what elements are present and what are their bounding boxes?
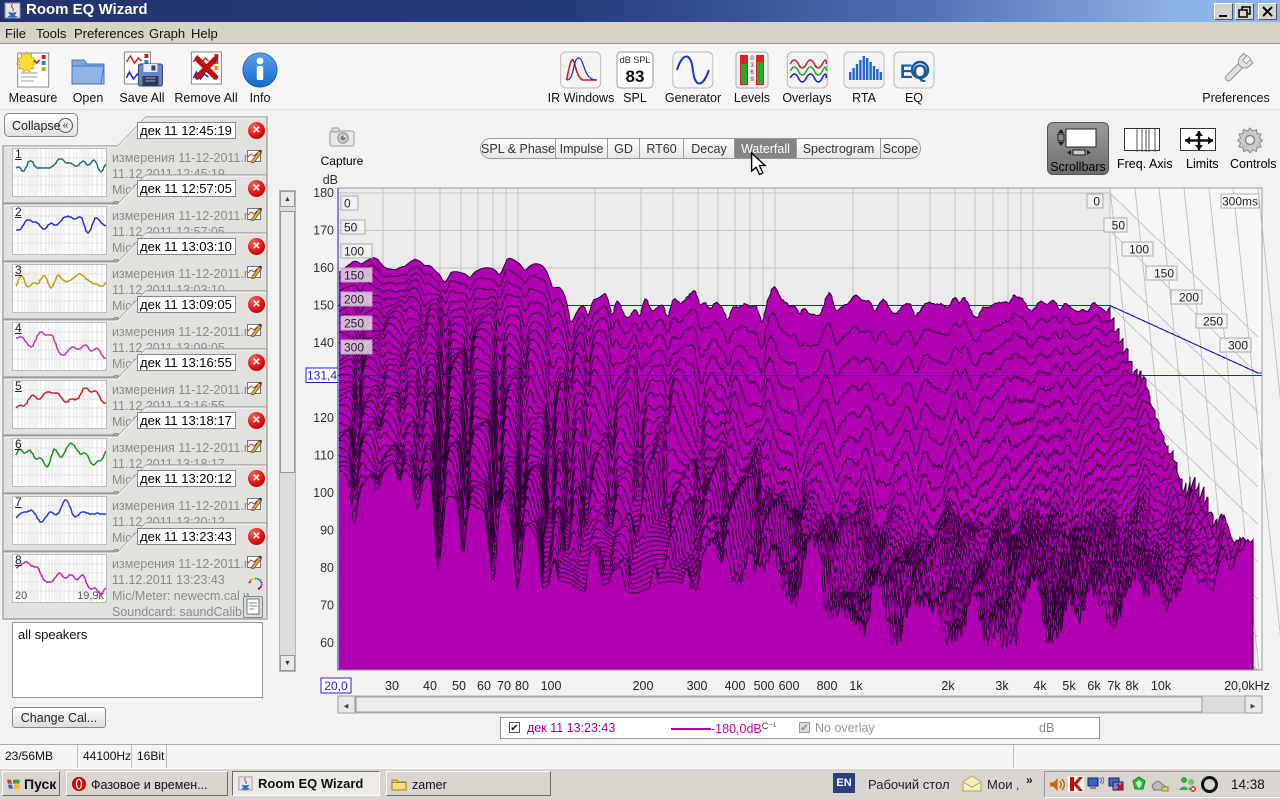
svg-text:20,0kHz: 20,0kHz: [1224, 679, 1270, 693]
svg-text:110: 110: [314, 449, 334, 463]
svg-text:140: 140: [313, 336, 334, 350]
svg-text:70: 70: [497, 679, 511, 693]
svg-text:400: 400: [725, 679, 746, 693]
svg-text:100: 100: [541, 679, 562, 693]
svg-text:2k: 2k: [941, 679, 955, 693]
svg-text:300ms: 300ms: [1222, 195, 1258, 209]
svg-text:90: 90: [320, 524, 334, 538]
svg-text:50: 50: [1112, 219, 1126, 233]
svg-text:250: 250: [344, 317, 364, 331]
svg-text:3k: 3k: [995, 679, 1009, 693]
svg-text:10k: 10k: [1151, 679, 1172, 693]
svg-text:60: 60: [477, 679, 491, 693]
svg-text:300: 300: [1228, 339, 1248, 353]
svg-text:120: 120: [313, 411, 334, 425]
svg-text:300: 300: [344, 341, 364, 355]
svg-text:100: 100: [313, 486, 334, 500]
svg-text:300: 300: [687, 679, 708, 693]
svg-text:►: ►: [1249, 702, 1257, 711]
svg-text:40: 40: [423, 679, 437, 693]
svg-text:70: 70: [320, 599, 334, 613]
svg-text:1k: 1k: [849, 679, 863, 693]
svg-text:200: 200: [1179, 291, 1199, 305]
svg-text:180: 180: [313, 186, 334, 200]
svg-text:30: 30: [385, 679, 399, 693]
svg-text:60: 60: [320, 636, 334, 650]
svg-text:200: 200: [344, 293, 364, 307]
svg-text:dB SPL: dB SPL: [620, 55, 651, 65]
svg-text:8k: 8k: [1125, 679, 1139, 693]
svg-text:250: 250: [1203, 315, 1223, 329]
svg-text:131,4: 131,4: [307, 369, 337, 383]
svg-text:150: 150: [313, 299, 334, 313]
svg-text:4k: 4k: [1033, 679, 1047, 693]
svg-text:200: 200: [633, 679, 654, 693]
svg-text:80: 80: [515, 679, 529, 693]
svg-text:100: 100: [1129, 243, 1149, 257]
svg-text:150: 150: [1154, 267, 1174, 281]
svg-text:100: 100: [344, 245, 364, 259]
svg-text:50: 50: [452, 679, 466, 693]
svg-text:6k: 6k: [1087, 679, 1101, 693]
svg-text:7k: 7k: [1107, 679, 1121, 693]
svg-text:600: 600: [779, 679, 800, 693]
svg-text:170: 170: [313, 224, 334, 238]
svg-text:0: 0: [344, 197, 351, 211]
svg-text:20,0: 20,0: [324, 679, 348, 693]
svg-text:150: 150: [344, 269, 364, 283]
svg-text:◄: ◄: [342, 702, 350, 711]
svg-text:500: 500: [754, 679, 775, 693]
svg-text:5k: 5k: [1062, 679, 1076, 693]
svg-text:80: 80: [320, 561, 334, 575]
svg-text:dB: dB: [323, 173, 338, 187]
svg-text:83: 83: [626, 67, 645, 86]
svg-text:50: 50: [344, 221, 358, 235]
svg-text:160: 160: [313, 261, 334, 275]
svg-text:800: 800: [817, 679, 838, 693]
svg-text:0: 0: [1093, 195, 1100, 209]
